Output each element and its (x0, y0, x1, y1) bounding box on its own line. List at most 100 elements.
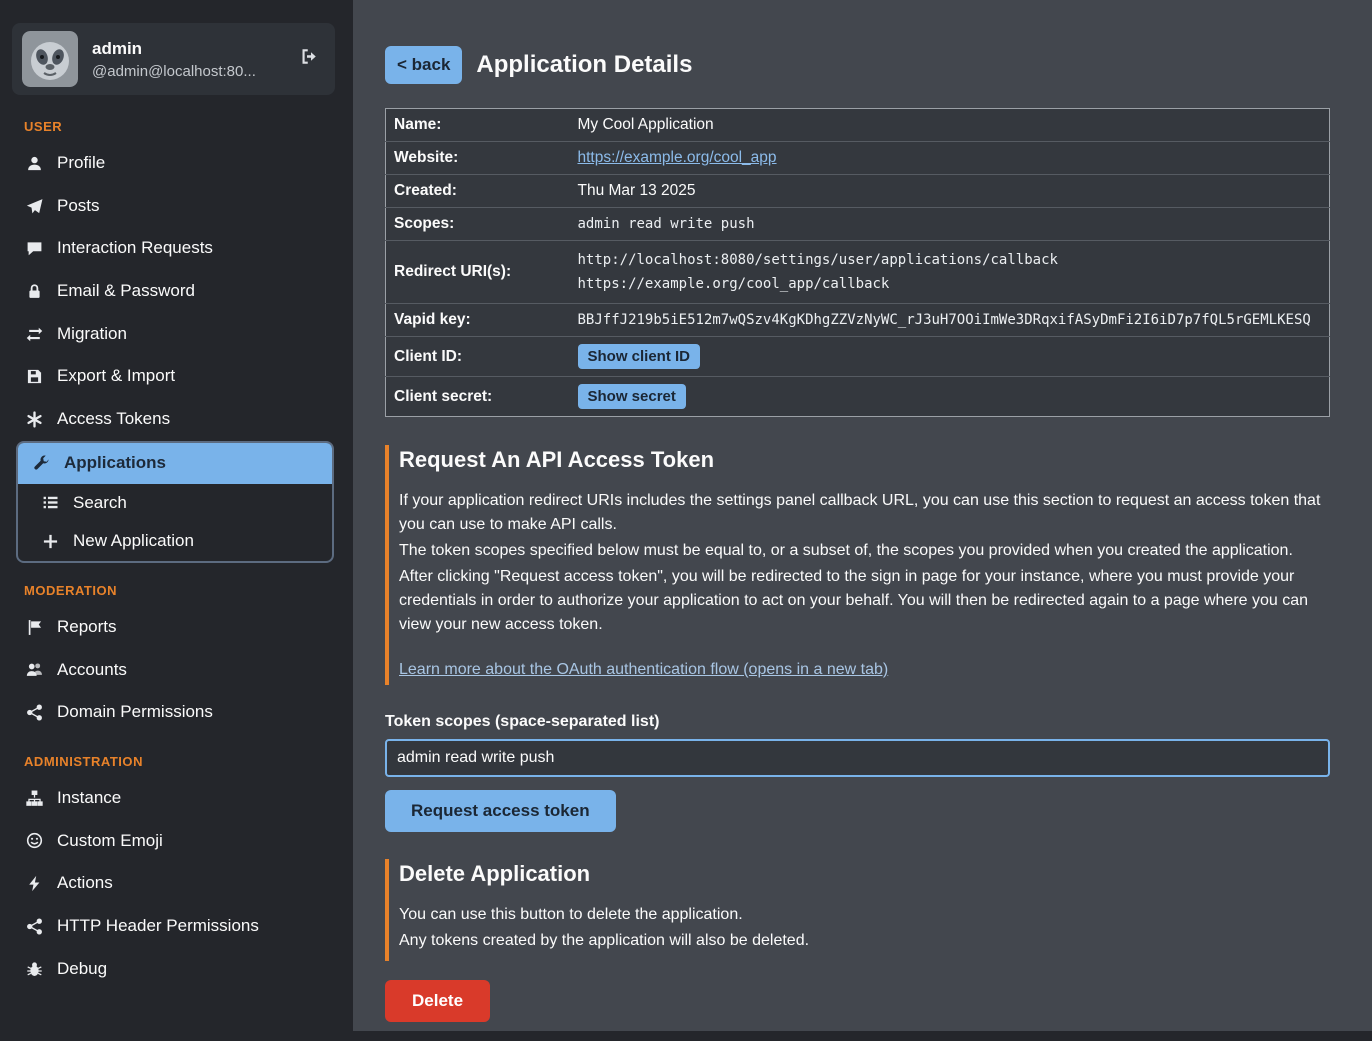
sidebar-item-domain-permissions[interactable]: Domain Permissions (0, 691, 345, 734)
sidebar-item-label: Accounts (57, 661, 127, 680)
sidebar-item-accounts[interactable]: Accounts (0, 649, 345, 692)
token-section-paragraph: After clicking "Request access token", y… (399, 565, 1330, 637)
request-token-button-row: Request access token (385, 777, 1330, 832)
plus-icon (40, 533, 60, 550)
sidebar-item-new-application[interactable]: New Application (18, 522, 332, 561)
website-link[interactable]: https://example.org/cool_app (578, 149, 777, 166)
exchange-icon (24, 326, 44, 343)
table-row-name: Name: My Cool Application (386, 109, 1330, 142)
oauth-learn-more-link[interactable]: Learn more about the OAuth authenticatio… (399, 661, 888, 679)
detail-value: Show secret (570, 377, 1330, 417)
detail-value: My Cool Application (570, 109, 1330, 142)
sidebar-item-email-password[interactable]: Email & Password (0, 270, 345, 313)
table-row-client-secret: Client secret: Show secret (386, 377, 1330, 417)
sidebar-item-search[interactable]: Search (18, 484, 332, 523)
sidebar-item-label: Applications (64, 454, 166, 473)
table-row-vapid-key: Vapid key: BBJffJ219b5iE512m7wQSzv4KgKDh… (386, 304, 1330, 337)
sidebar-item-label: Actions (57, 874, 113, 893)
redirect-uri: https://example.org/cool_app/callback (578, 272, 1322, 296)
detail-value: Show client ID (570, 337, 1330, 377)
page-header: < back Application Details (385, 46, 1330, 84)
sidebar-item-http-header-permissions[interactable]: HTTP Header Permissions (0, 905, 345, 948)
user-icon (24, 155, 44, 172)
detail-label: Client secret: (386, 377, 570, 417)
sidebar-item-applications[interactable]: Applications (18, 443, 332, 484)
user-card[interactable]: admin @admin@localhost:80... (12, 23, 335, 95)
delete-section-title: Delete Application (399, 861, 1330, 887)
delete-section-text: You can use this button to delete the ap… (399, 903, 1330, 927)
detail-value: http://localhost:8080/settings/user/appl… (570, 241, 1330, 304)
token-request-section: Request An API Access Token If your appl… (385, 445, 1330, 685)
applications-group: Applications Search New Application (16, 441, 334, 563)
sidebar-item-label: Export & Import (57, 367, 175, 386)
sidebar-item-label: Debug (57, 960, 107, 979)
administration-menu: Instance Custom Emoji Actions HTTP Heade… (0, 777, 345, 990)
section-label-user: USER (0, 99, 345, 142)
sidebar-item-label: Migration (57, 325, 127, 344)
sidebar-item-reports[interactable]: Reports (0, 606, 345, 649)
detail-label: Name: (386, 109, 570, 142)
sidebar-item-label: Interaction Requests (57, 239, 213, 258)
detail-value: BBJffJ219b5iE512m7wQSzv4KgKDhgZZVzNyWC_r… (570, 304, 1330, 337)
floppy-icon (24, 368, 44, 385)
page-title: Application Details (476, 51, 692, 79)
delete-button-row: Delete (385, 961, 1330, 1022)
sidebar: admin @admin@localhost:80... USER Profil… (0, 0, 345, 1041)
table-row-redirect-uris: Redirect URI(s): http://localhost:8080/s… (386, 241, 1330, 304)
sidebar-item-instance[interactable]: Instance (0, 777, 345, 820)
sidebar-item-label: HTTP Header Permissions (57, 917, 259, 936)
sidebar-item-label: Domain Permissions (57, 703, 213, 722)
delete-button[interactable]: Delete (385, 980, 490, 1022)
paper-plane-icon (24, 198, 44, 215)
sidebar-item-label: Custom Emoji (57, 832, 163, 851)
table-row-created: Created: Thu Mar 13 2025 (386, 175, 1330, 208)
sidebar-item-profile[interactable]: Profile (0, 142, 345, 185)
user-handle: @admin@localhost:80... (92, 63, 256, 80)
show-client-id-button[interactable]: Show client ID (578, 344, 701, 369)
sidebar-item-label: Access Tokens (57, 410, 170, 429)
sidebar-item-interaction-requests[interactable]: Interaction Requests (0, 227, 345, 270)
sidebar-item-label: Posts (57, 197, 100, 216)
detail-label: Vapid key: (386, 304, 570, 337)
sidebar-item-label: Email & Password (57, 282, 195, 301)
bug-icon (24, 961, 44, 978)
smile-icon (24, 832, 44, 849)
token-section-title: Request An API Access Token (399, 447, 1330, 473)
wrench-icon (31, 455, 51, 472)
section-label-administration: ADMINISTRATION (0, 734, 345, 777)
sign-out-icon[interactable] (299, 47, 319, 72)
sidebar-item-label: Reports (57, 618, 117, 637)
sidebar-item-custom-emoji[interactable]: Custom Emoji (0, 820, 345, 863)
token-scopes-input[interactable] (385, 739, 1330, 777)
sidebar-item-actions[interactable]: Actions (0, 862, 345, 905)
detail-label: Created: (386, 175, 570, 208)
delete-application-section: Delete Application You can use this butt… (385, 859, 1330, 961)
sidebar-item-access-tokens[interactable]: Access Tokens (0, 398, 345, 441)
token-section-paragraph: The token scopes specified below must be… (399, 539, 1330, 563)
sidebar-item-debug[interactable]: Debug (0, 948, 345, 991)
sidebar-item-export-import[interactable]: Export & Import (0, 355, 345, 398)
section-label-moderation: MODERATION (0, 563, 345, 606)
sidebar-item-label: Instance (57, 789, 121, 808)
detail-value: Thu Mar 13 2025 (570, 175, 1330, 208)
bolt-icon (24, 875, 44, 892)
sidebar-item-posts[interactable]: Posts (0, 185, 345, 228)
detail-label: Website: (386, 142, 570, 175)
detail-value: admin read write push (570, 208, 1330, 241)
detail-value: https://example.org/cool_app (570, 142, 1330, 175)
username: admin (92, 39, 256, 59)
moderation-menu: Reports Accounts Domain Permissions (0, 606, 345, 734)
sitemap-icon (24, 790, 44, 807)
share-nodes-icon (24, 918, 44, 935)
table-row-website: Website: https://example.org/cool_app (386, 142, 1330, 175)
table-row-scopes: Scopes: admin read write push (386, 208, 1330, 241)
avatar (22, 31, 78, 87)
back-button[interactable]: < back (385, 46, 462, 84)
main-panel: < back Application Details Name: My Cool… (353, 0, 1372, 1031)
show-secret-button[interactable]: Show secret (578, 384, 686, 409)
comment-icon (24, 240, 44, 257)
request-access-token-button[interactable]: Request access token (385, 790, 616, 832)
user-meta: admin @admin@localhost:80... (92, 39, 256, 80)
sidebar-item-migration[interactable]: Migration (0, 313, 345, 356)
list-icon (40, 494, 60, 511)
